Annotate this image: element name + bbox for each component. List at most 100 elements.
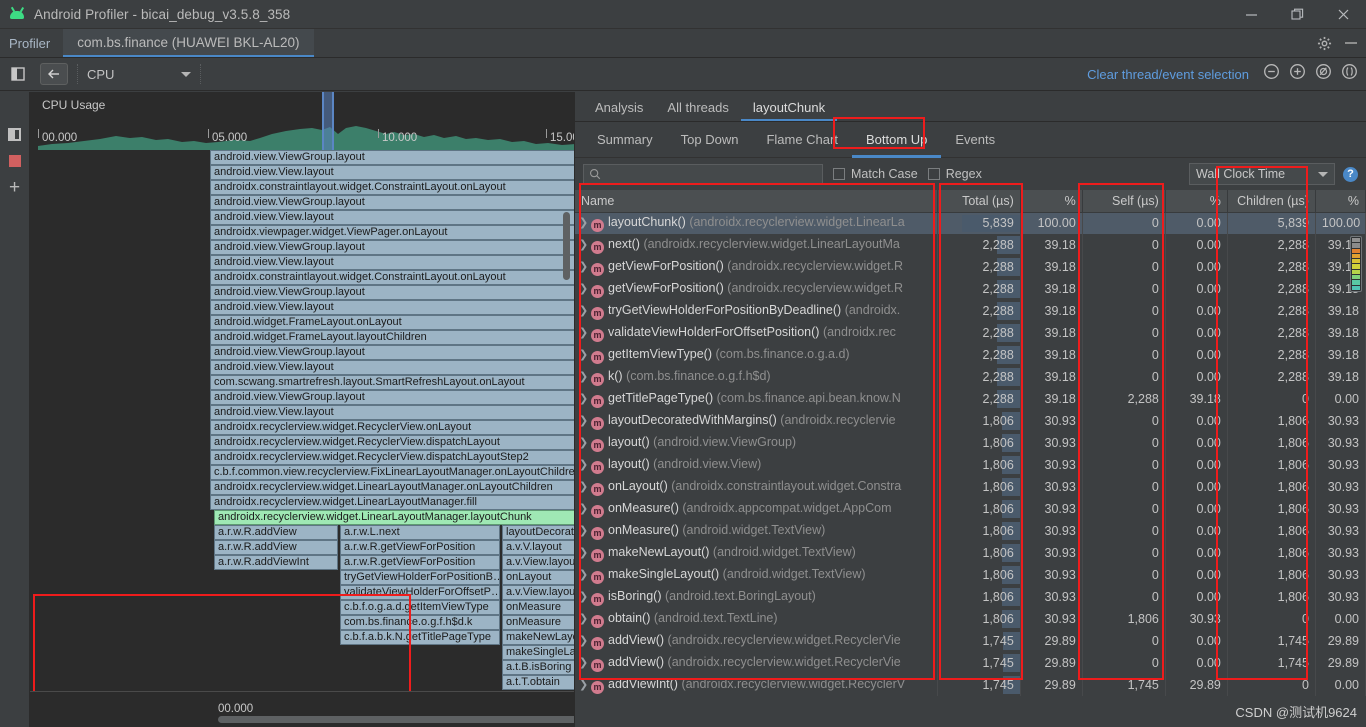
cpu-usage-chart[interactable]: CPU Usage 00.000 05.000 10.000 15.000 [30, 92, 574, 150]
flame-frame[interactable]: onMeasure [502, 600, 574, 615]
sub-tab-events[interactable]: Events [941, 122, 1009, 158]
expand-chevron-icon[interactable]: ❯ [579, 480, 591, 493]
row-name-cell[interactable]: ❯ m tryGetViewHolderForPositionByDeadline(… [575, 300, 938, 322]
flame-frame[interactable]: makeNewLayo… [502, 630, 574, 645]
row-name-cell[interactable]: ❯ m getTitlePageType() (com.bs.finance.api… [575, 388, 938, 410]
flame-vertical-scrollbar[interactable] [563, 212, 570, 280]
close-button[interactable] [1320, 0, 1366, 29]
expand-chevron-icon[interactable]: ❯ [579, 546, 591, 559]
column-header-childrens[interactable]: Children (µs) [1227, 190, 1316, 213]
row-name-cell[interactable]: ❯ m addView() (androidx.recyclerview.widge… [575, 652, 938, 674]
back-arrow-icon[interactable] [40, 63, 68, 85]
flame-frame[interactable]: androidx.recyclerview.widget.LinearLayou… [214, 510, 574, 525]
row-name-cell[interactable]: ❯ m makeNewLayout() (android.widget.TextVi… [575, 542, 938, 564]
flame-frame[interactable]: android.view.ViewGroup.layout [210, 390, 574, 405]
row-name-cell[interactable]: ❯ m isBoring() (android.text.BoringLayout) [575, 586, 938, 608]
row-name-cell[interactable]: ❯ m getItemViewType() (com.bs.finance.o.g.… [575, 344, 938, 366]
table-row[interactable]: ❯ m getItemViewType() (com.bs.finance.o.g.… [575, 344, 1366, 366]
flame-frame[interactable]: android.view.View.layout [210, 300, 574, 315]
flame-frame[interactable]: a.r.w.R.getViewForPosition [340, 555, 500, 570]
sub-tab-top-down[interactable]: Top Down [667, 122, 753, 158]
flame-frame[interactable]: onLayout [502, 570, 574, 585]
row-name-cell[interactable]: ❯ m layout() (android.view.View) [575, 454, 938, 476]
flame-frame[interactable]: androidx.recyclerview.widget.RecyclerVie… [210, 435, 574, 450]
gear-icon[interactable] [1317, 36, 1332, 51]
expand-chevron-icon[interactable]: ❯ [579, 370, 591, 383]
row-name-cell[interactable]: ❯ m onMeasure() (android.widget.TextView) [575, 520, 938, 542]
flame-frame[interactable]: makeSingleLa… [502, 645, 574, 660]
flame-frame[interactable]: androidx.recyclerview.widget.RecyclerVie… [210, 420, 574, 435]
table-row[interactable]: ❯ m obtain() (android.text.TextLine) 1,806 3… [575, 608, 1366, 630]
row-name-cell[interactable]: ❯ m onLayout() (androidx.constraintlayout.… [575, 476, 938, 498]
flame-frame[interactable]: a.v.V.layout [502, 540, 574, 555]
panel-icon[interactable] [8, 128, 21, 141]
maximize-button[interactable] [1274, 0, 1320, 29]
expand-chevron-icon[interactable]: ❯ [579, 392, 591, 405]
expand-chevron-icon[interactable]: ❯ [579, 238, 591, 251]
table-row[interactable]: ❯ m onLayout() (androidx.constraintlayout.… [575, 476, 1366, 498]
expand-chevron-icon[interactable]: ❯ [579, 260, 591, 273]
table-row[interactable]: ❯ m onMeasure() (androidx.appcompat.widget… [575, 498, 1366, 520]
minimize-button[interactable] [1228, 0, 1274, 29]
record-stop-icon[interactable] [8, 155, 21, 167]
analysis-tab-all-threads[interactable]: All threads [655, 100, 740, 121]
flame-frame[interactable]: a.v.View.layout [502, 585, 574, 600]
table-row[interactable]: ❯ m addView() (androidx.recyclerview.widge… [575, 630, 1366, 652]
expand-chevron-icon[interactable]: ❯ [579, 502, 591, 515]
flame-chart[interactable]: android.view.ViewGroup.layout android.vie… [30, 150, 574, 691]
flame-frame[interactable]: androidx.recyclerview.widget.RecyclerVie… [210, 450, 574, 465]
flame-frame[interactable]: android.view.View.layout [210, 360, 574, 375]
row-name-cell[interactable]: ❯ m obtain() (android.text.TextLine) [575, 608, 938, 630]
flame-frame[interactable]: androidx.viewpager.widget.ViewPager.onLa… [210, 225, 574, 240]
table-row[interactable]: ❯ m getViewForPosition() (androidx.recycle… [575, 256, 1366, 278]
expand-chevron-icon[interactable]: ❯ [579, 634, 591, 647]
flame-frame[interactable]: android.view.View.layout [210, 165, 574, 180]
table-row[interactable]: ❯ m tryGetViewHolderForPositionByDeadline(… [575, 300, 1366, 322]
column-header-selfs[interactable]: Self (µs) [1082, 190, 1166, 213]
expand-chevron-icon[interactable]: ❯ [579, 678, 591, 691]
help-icon[interactable]: ? [1343, 166, 1358, 182]
expand-chevron-icon[interactable]: ❯ [579, 216, 591, 229]
flame-frame[interactable]: android.view.ViewGroup.layout [210, 150, 574, 165]
table-row[interactable]: ❯ m validateViewHolderForOffsetPosition() … [575, 322, 1366, 344]
row-name-cell[interactable]: ❯ m layoutDecoratedWithMargins() (androidx… [575, 410, 938, 432]
expand-chevron-icon[interactable]: ❯ [579, 612, 591, 625]
sub-tab-bottom-up[interactable]: Bottom Up [852, 122, 941, 158]
table-row[interactable]: ❯ m getTitlePageType() (com.bs.finance.api… [575, 388, 1366, 410]
expand-chevron-icon[interactable]: ❯ [579, 326, 591, 339]
analysis-tab-analysis[interactable]: Analysis [583, 100, 655, 121]
flame-frame[interactable]: a.r.w.L.next [340, 525, 500, 540]
flame-frame[interactable]: layoutDecorat… [502, 525, 574, 540]
add-session-icon[interactable]: + [9, 178, 20, 197]
expand-chevron-icon[interactable]: ❯ [579, 568, 591, 581]
flame-frame[interactable]: c.b.f.common.view.recyclerview.FixLinear… [210, 465, 574, 480]
flame-frame[interactable]: c.b.f.a.b.k.N.getTitlePageType [340, 630, 500, 645]
row-name-cell[interactable]: ❯ m addViewInt() (androidx.recyclerview.wi… [575, 674, 938, 696]
flame-frame[interactable]: android.view.ViewGroup.layout [210, 240, 574, 255]
reset-zoom-icon[interactable] [1315, 63, 1332, 85]
flame-frame[interactable]: androidx.constraintlayout.widget.Constra… [210, 270, 574, 285]
column-header-%[interactable]: % [1020, 190, 1083, 213]
expand-chevron-icon[interactable]: ❯ [579, 414, 591, 427]
row-name-cell[interactable]: ❯ m addView() (androidx.recyclerview.widge… [575, 630, 938, 652]
clear-selection-link[interactable]: Clear thread/event selection [1087, 67, 1249, 82]
clock-type-dropdown[interactable]: Wall Clock Time [1189, 163, 1335, 185]
regex-checkbox[interactable]: Regex [927, 167, 982, 181]
row-name-cell[interactable]: ❯ m getViewForPosition() (androidx.recycle… [575, 278, 938, 300]
expand-chevron-icon[interactable]: ❯ [579, 656, 591, 669]
minimize-tool-window-icon[interactable] [1344, 36, 1358, 50]
flame-frame[interactable]: android.widget.FrameLayout.onLayout [210, 315, 574, 330]
flame-frame[interactable]: a.r.w.R.addViewInt [214, 555, 338, 570]
flame-frame[interactable]: a.t.T.obtain [502, 675, 574, 690]
match-case-checkbox[interactable]: Match Case [833, 167, 918, 181]
table-row[interactable]: ❯ m makeSingleLayout() (android.widget.Tex… [575, 564, 1366, 586]
search-input[interactable] [583, 163, 823, 185]
flame-horizontal-scrollbar[interactable] [218, 716, 574, 723]
flame-frame[interactable]: android.view.ViewGroup.layout [210, 195, 574, 210]
flame-frame[interactable]: androidx.recyclerview.widget.LinearLayou… [210, 480, 574, 495]
flame-frame[interactable]: a.r.w.R.addView [214, 525, 338, 540]
column-header-name[interactable]: Name [575, 190, 938, 213]
table-minimap-scrollbar[interactable] [1350, 236, 1362, 292]
table-row[interactable]: ❯ m layoutChunk() (androidx.recyclerview.w… [575, 212, 1366, 234]
expand-chevron-icon[interactable]: ❯ [579, 524, 591, 537]
